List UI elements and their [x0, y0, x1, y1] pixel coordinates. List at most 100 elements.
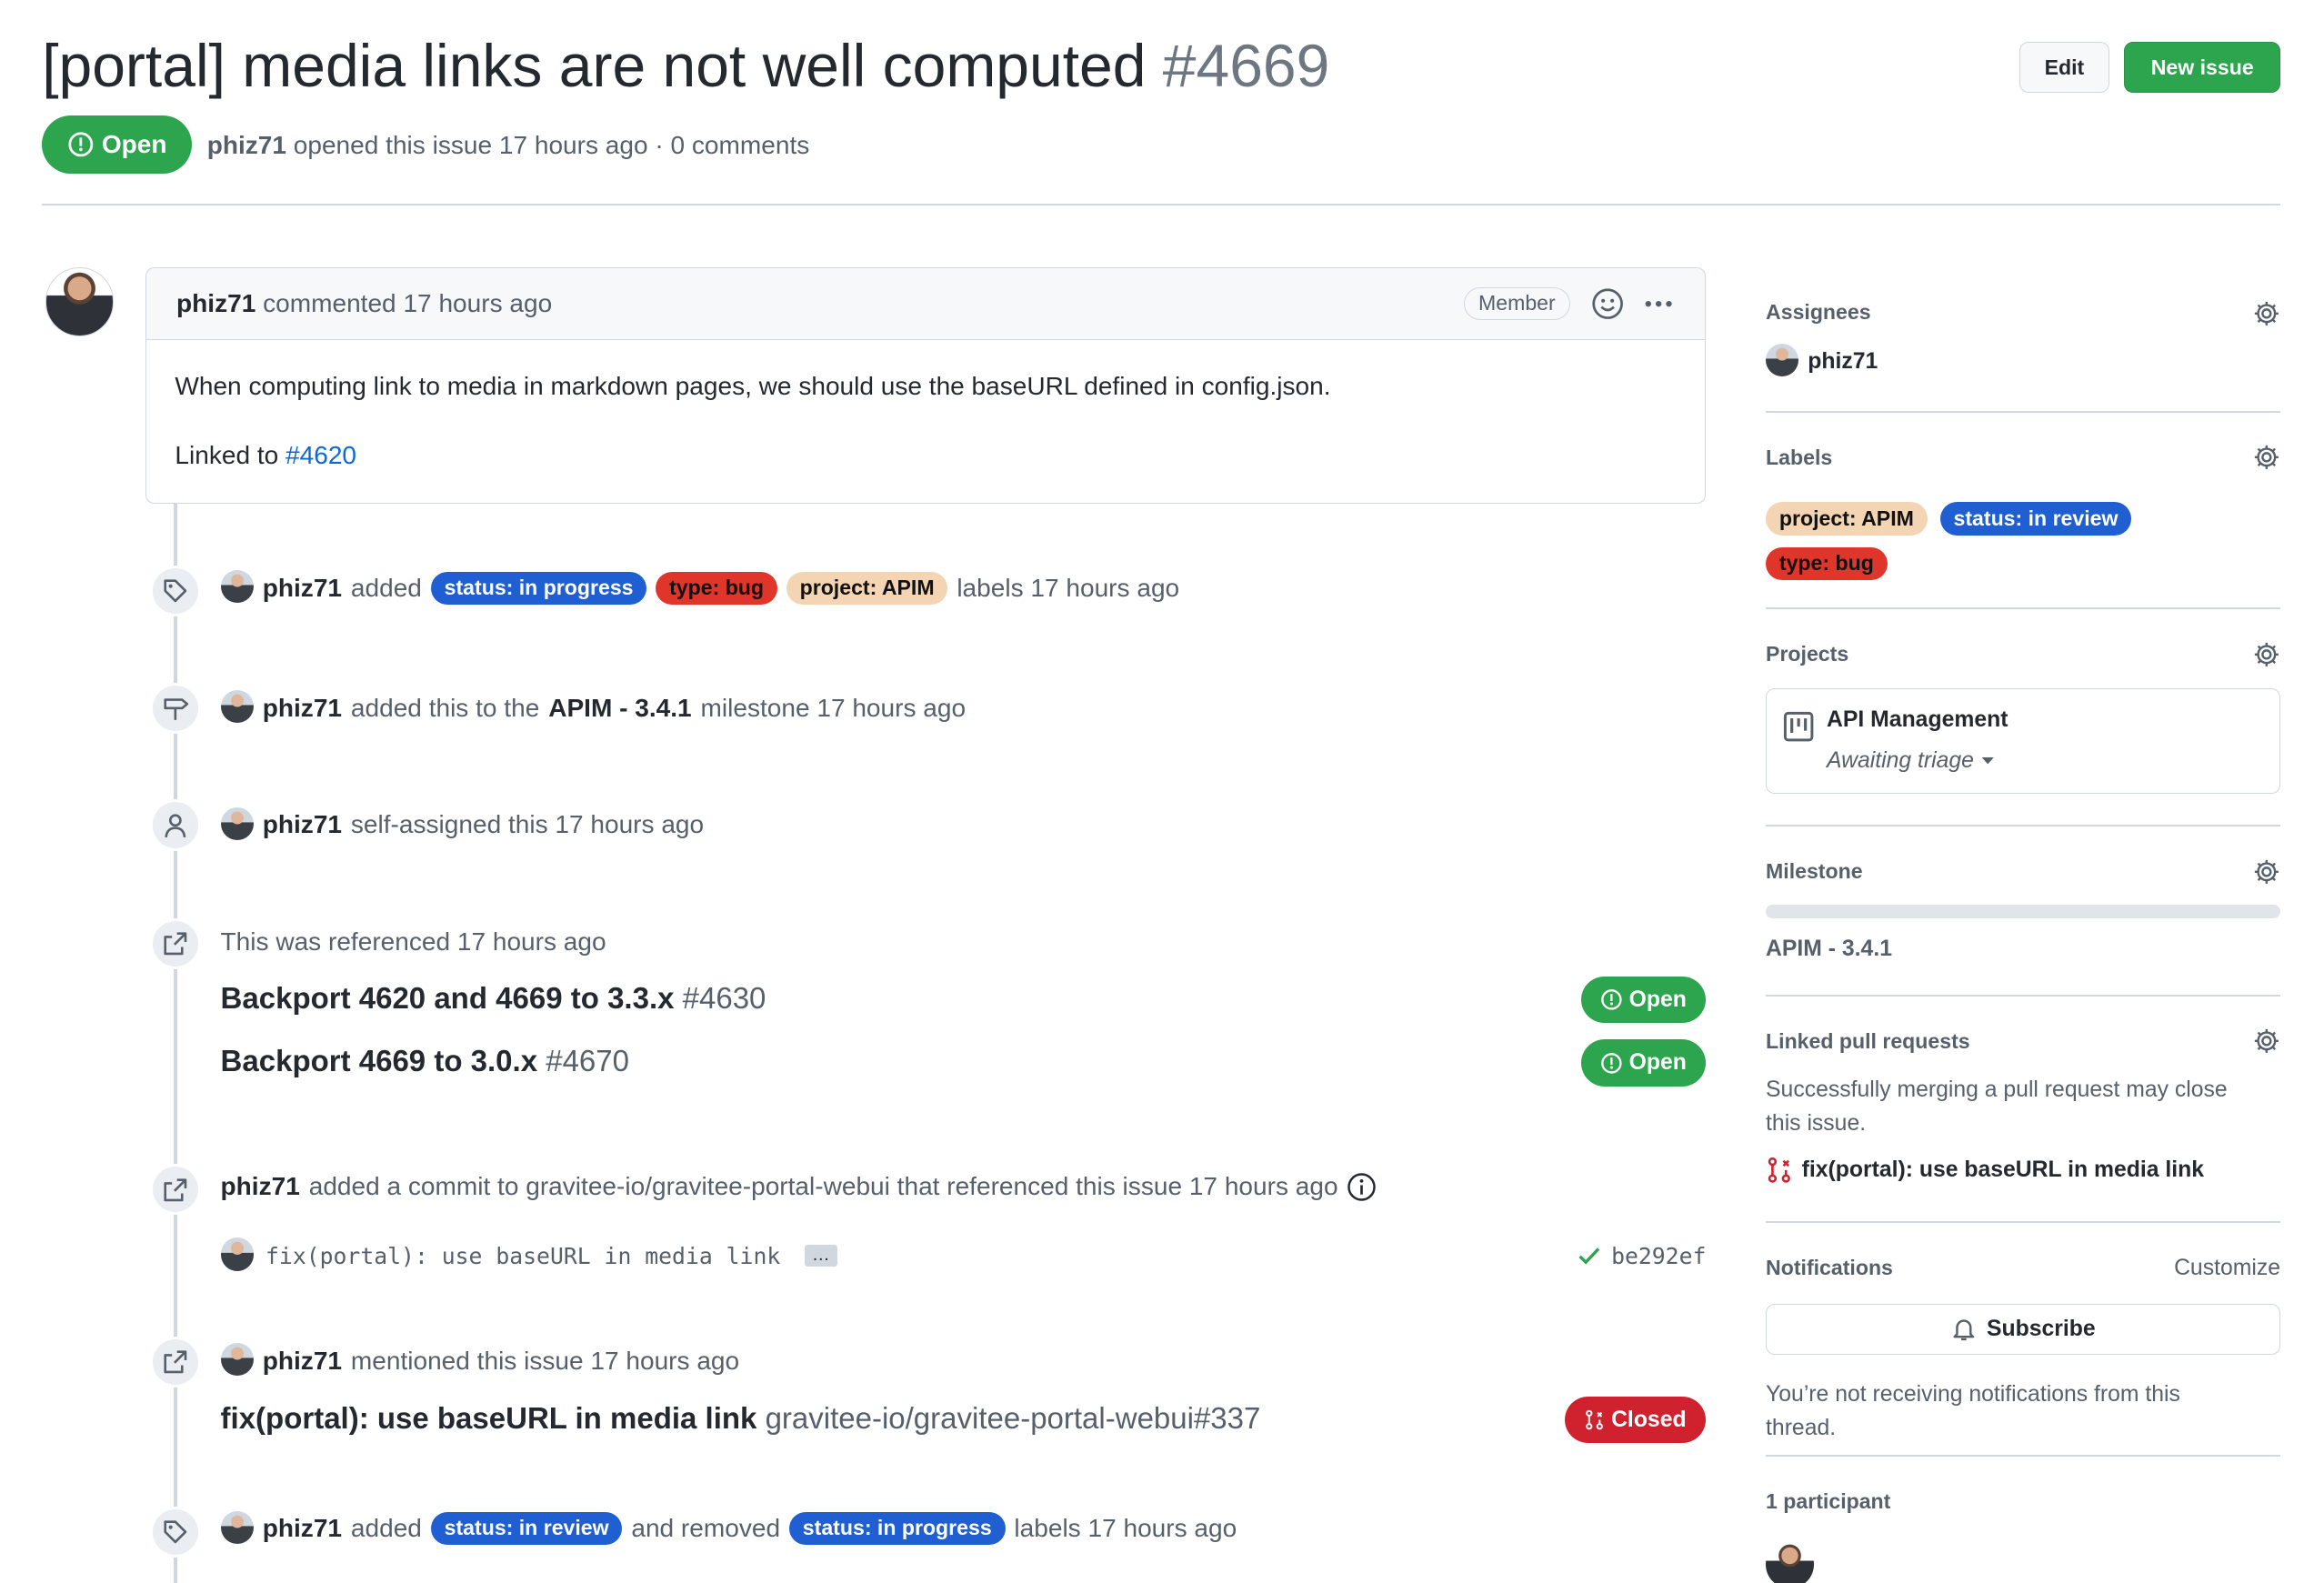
- label-type-bug[interactable]: type: bug: [656, 572, 777, 605]
- mention-event-badge: [150, 1337, 201, 1388]
- label-status-in-review[interactable]: status: in review: [431, 1512, 623, 1545]
- commit-sha-link[interactable]: be292ef: [1611, 1243, 1706, 1269]
- event-suffix: milestone 17 hours ago: [701, 694, 967, 723]
- project-card[interactable]: API Management Awaiting triage: [1766, 688, 2280, 794]
- smiley-icon[interactable]: [1591, 287, 1624, 320]
- header-divider: [42, 204, 2280, 205]
- label-project-apim[interactable]: project: APIM: [786, 572, 948, 605]
- notifications-note: You’re not receiving notifications from …: [1766, 1378, 2246, 1445]
- avatar[interactable]: [221, 1237, 254, 1270]
- label-project-apim[interactable]: project: APIM: [1766, 502, 1928, 535]
- cross-reference-icon: [162, 1348, 189, 1376]
- tag-event-badge: [150, 566, 201, 616]
- avatar[interactable]: [221, 690, 254, 723]
- avatar[interactable]: [221, 570, 254, 603]
- avatar[interactable]: [221, 807, 254, 840]
- kebab-horizontal-icon[interactable]: [1642, 287, 1675, 320]
- reference-title-link[interactable]: Backport 4620 and 4669 to 3.3.x: [221, 981, 675, 1015]
- commit-row: fix(portal): use baseURL in media link …: [221, 1239, 837, 1272]
- event-author-link[interactable]: phiz71: [263, 1514, 342, 1543]
- comment-linked-prefix: Linked to: [175, 441, 278, 469]
- event-author-link[interactable]: phiz71: [263, 694, 342, 723]
- commit-message-link[interactable]: fix(portal): use baseURL in media link: [265, 1243, 780, 1269]
- project-status-dropdown[interactable]: Awaiting triage: [1827, 748, 1995, 774]
- commit-status: be292ef: [1576, 1242, 1707, 1269]
- tag-event-badge: [150, 1507, 201, 1558]
- reference-title-link[interactable]: Backport 4669 to 3.0.x: [221, 1044, 538, 1077]
- avatar[interactable]: [221, 1511, 254, 1544]
- issue-opened-icon: [67, 131, 95, 158]
- mention-pr-ref[interactable]: gravitee-io/gravitee-portal-webui#337: [766, 1401, 1261, 1435]
- sidebar-heading[interactable]: Assignees: [1766, 300, 1871, 325]
- milestone-icon: [162, 695, 189, 722]
- issue-title: [portal] media links are not well comput…: [42, 32, 1146, 99]
- sidebar-milestone[interactable]: Milestone APIM - 3.4.1: [1766, 827, 2280, 995]
- mention-pr-title-link[interactable]: fix(portal): use baseURL in media link: [221, 1401, 757, 1435]
- sidebar-assignees[interactable]: Assignees phiz71: [1766, 286, 2280, 412]
- linked-pr-link[interactable]: fix(portal): use baseURL in media link: [1802, 1157, 2204, 1183]
- event-author-link[interactable]: phiz71: [221, 1172, 300, 1201]
- customize-link[interactable]: Customize: [2174, 1256, 2280, 1281]
- commit-expand-button[interactable]: …: [805, 1245, 837, 1266]
- comment-body-text: When computing link to media in markdown…: [175, 370, 1676, 403]
- comment-meta[interactable]: commented 17 hours ago: [263, 289, 552, 318]
- edit-button-label: Edit: [2045, 55, 2085, 80]
- issue-author-link[interactable]: phiz71: [207, 131, 286, 159]
- label-status-in-review[interactable]: status: in review: [1940, 502, 2132, 535]
- subscribe-button[interactable]: Subscribe: [1766, 1304, 2280, 1355]
- reference-item[interactable]: Backport 4669 to 3.0.x #4670: [221, 1044, 629, 1078]
- avatar[interactable]: [221, 1343, 254, 1376]
- event-text: added this to the: [351, 694, 539, 723]
- sidebar-heading[interactable]: Labels: [1766, 446, 1832, 470]
- milestone-link[interactable]: APIM - 3.4.1: [548, 694, 691, 723]
- project-name-link[interactable]: API Management: [1827, 707, 2008, 733]
- sidebar-heading[interactable]: Milestone: [1766, 859, 1863, 884]
- linked-prs-description: Successfully merging a pull request may …: [1766, 1074, 2269, 1140]
- reference-item[interactable]: Backport 4620 and 4669 to 3.3.x #4630: [221, 981, 766, 1016]
- project-board-icon: [1782, 710, 1815, 743]
- sidebar-heading: 1 participant: [1766, 1489, 1890, 1514]
- info-icon[interactable]: [1347, 1172, 1377, 1202]
- label-status-in-progress[interactable]: status: in progress: [431, 572, 647, 605]
- mention-pr-item[interactable]: fix(portal): use baseURL in media link g…: [221, 1401, 1261, 1436]
- milestone-name-link[interactable]: APIM - 3.4.1: [1766, 937, 1892, 962]
- participant-avatar[interactable]: [1766, 1540, 1814, 1583]
- comment-header: phiz71 commented 17 hours ago Member: [146, 268, 1705, 340]
- new-issue-button[interactable]: New issue: [2124, 42, 2280, 93]
- reference-number[interactable]: #4630: [683, 981, 766, 1015]
- event-suffix: labels 17 hours ago: [957, 574, 1179, 603]
- reference-state-badge: Open: [1581, 1039, 1706, 1086]
- sidebar-labels[interactable]: Labels project: APIM status: in review t…: [1766, 413, 2280, 608]
- cross-reference-icon: [162, 930, 189, 957]
- gear-icon[interactable]: [2253, 444, 2280, 471]
- label-status-in-progress[interactable]: status: in progress: [789, 1512, 1006, 1545]
- gear-icon[interactable]: [2253, 641, 2280, 668]
- sidebar-projects[interactable]: Projects API Management Awaiting triage: [1766, 609, 2280, 826]
- sidebar-linked-prs[interactable]: Linked pull requests Successfully mergin…: [1766, 997, 2280, 1222]
- assignee-link[interactable]: phiz71: [1808, 349, 1878, 375]
- pull-request-closed-icon: [1584, 1409, 1605, 1430]
- label-type-bug[interactable]: type: bug: [1766, 547, 1888, 580]
- edit-button[interactable]: Edit: [2019, 42, 2109, 93]
- pr-state-label: Closed: [1611, 1408, 1687, 1433]
- cross-reference-icon: [162, 1177, 189, 1204]
- gear-icon[interactable]: [2253, 858, 2280, 886]
- gear-icon[interactable]: [2253, 1027, 2280, 1055]
- comment-author-link[interactable]: phiz71: [176, 289, 255, 318]
- sidebar-heading[interactable]: Projects: [1766, 642, 1848, 666]
- reference-number[interactable]: #4670: [546, 1044, 629, 1077]
- comment-body: When computing link to media in markdown…: [146, 340, 1705, 502]
- gear-icon[interactable]: [2253, 300, 2280, 327]
- sidebar-heading[interactable]: Linked pull requests: [1766, 1029, 1970, 1054]
- event-author-link[interactable]: phiz71: [263, 574, 342, 603]
- check-icon[interactable]: [1576, 1242, 1603, 1269]
- avatar[interactable]: [1766, 344, 1798, 376]
- event-author-link[interactable]: phiz71: [263, 1347, 342, 1376]
- event-author-link[interactable]: phiz71: [263, 810, 342, 839]
- sidebar-participants: 1 participant: [1766, 1457, 2280, 1583]
- reference-state-badge: Open: [1581, 977, 1706, 1023]
- subscribe-button-label: Subscribe: [1987, 1317, 2096, 1342]
- linked-issue-link[interactable]: #4620: [285, 441, 356, 469]
- comment-author-avatar[interactable]: [45, 267, 115, 336]
- event-middle-text: and removed: [631, 1514, 780, 1543]
